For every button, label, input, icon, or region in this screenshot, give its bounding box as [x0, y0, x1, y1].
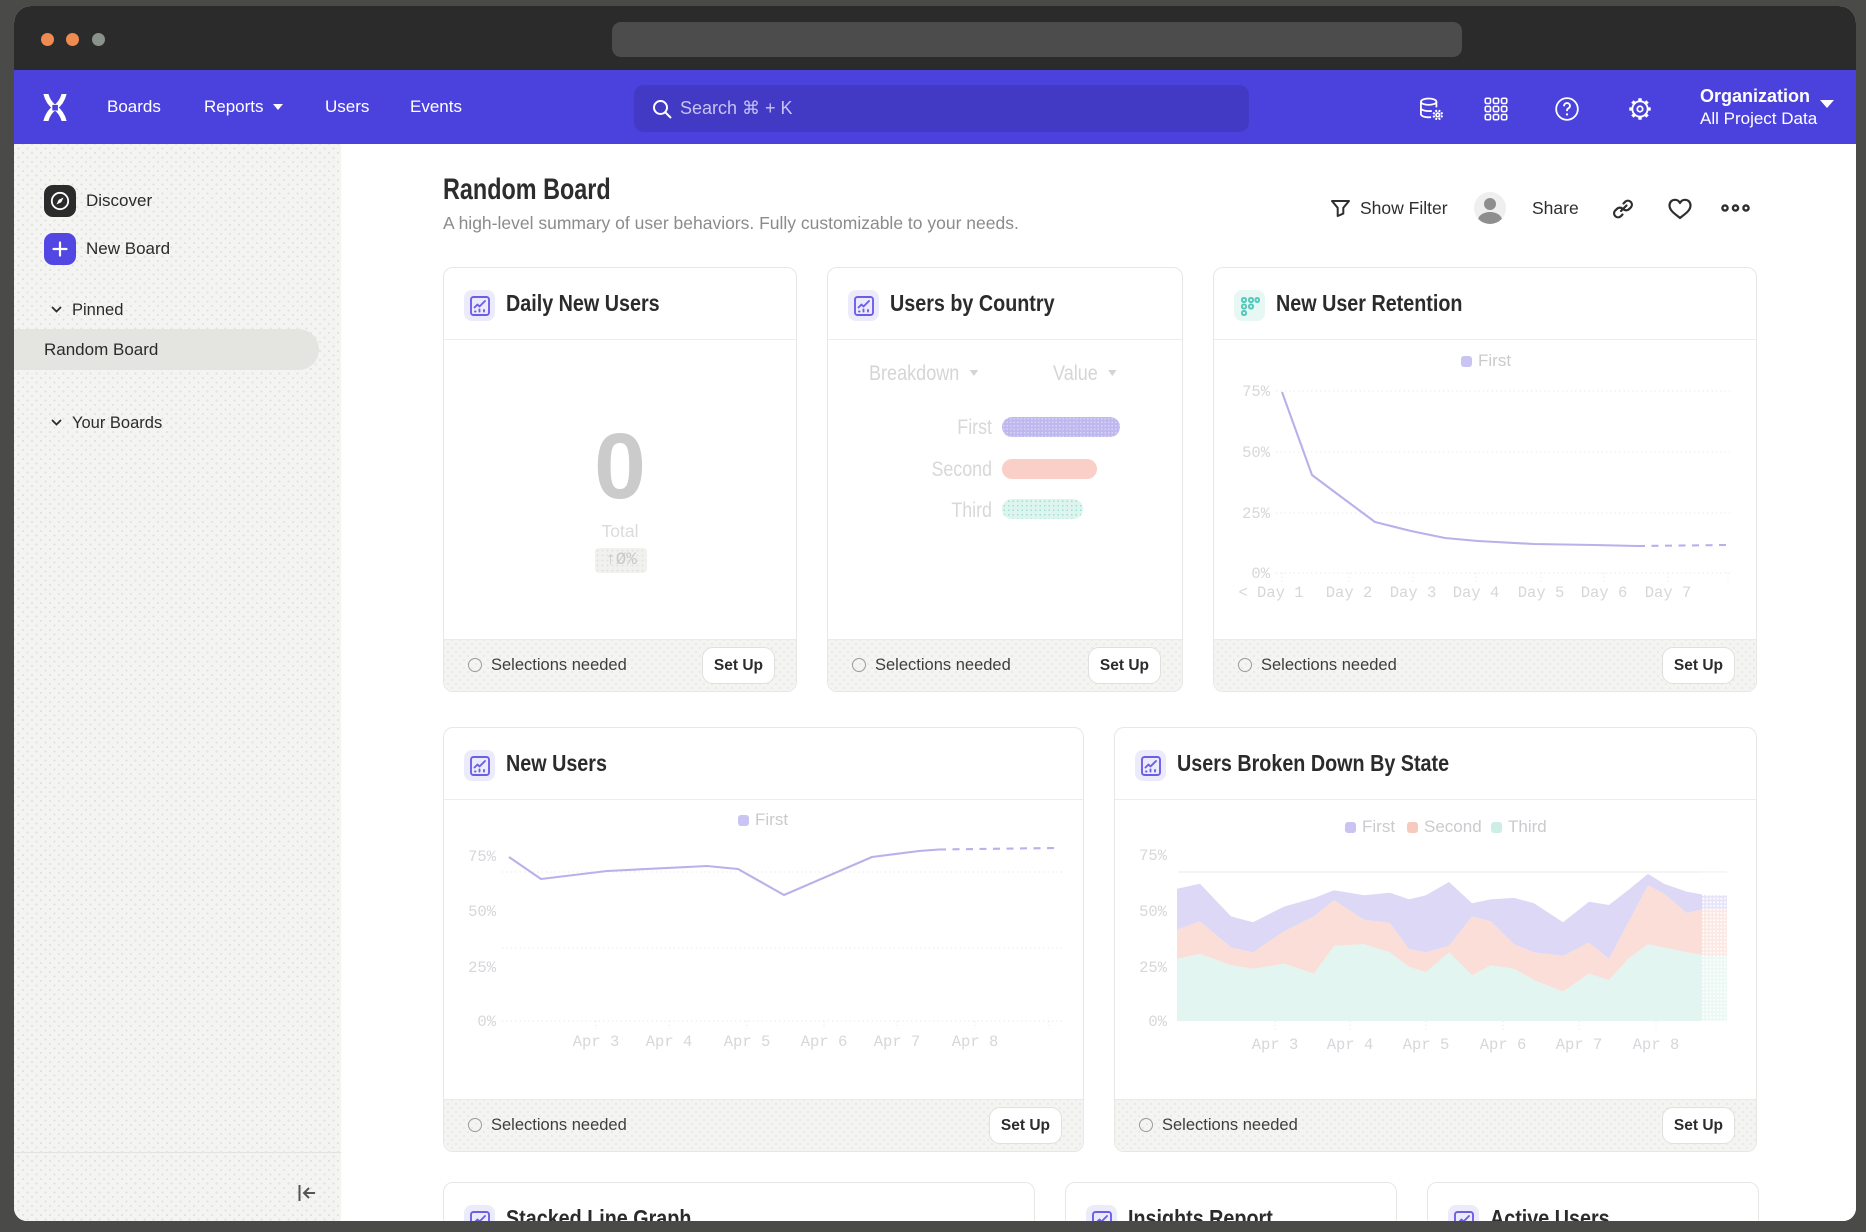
- svg-text:Day 2: Day 2: [1326, 584, 1373, 602]
- svg-text:First: First: [755, 810, 788, 829]
- svg-text:Apr 3: Apr 3: [573, 1033, 620, 1051]
- svg-text:< Day 1: < Day 1: [1238, 584, 1303, 602]
- svg-text:Day 5: Day 5: [1518, 584, 1565, 602]
- svg-text:Day 7: Day 7: [1645, 584, 1692, 602]
- svg-text:50%: 50%: [1242, 444, 1271, 462]
- svg-text:Apr 3: Apr 3: [1252, 1036, 1299, 1054]
- svg-text:Day 6: Day 6: [1581, 584, 1628, 602]
- svg-text:0%: 0%: [1148, 1013, 1167, 1031]
- svg-text:75%: 75%: [1139, 847, 1168, 865]
- svg-text:25%: 25%: [1139, 959, 1168, 977]
- svg-text:Apr 7: Apr 7: [874, 1033, 921, 1051]
- svg-text:25%: 25%: [468, 959, 497, 977]
- svg-text:50%: 50%: [1139, 903, 1168, 921]
- svg-text:First: First: [1362, 817, 1395, 836]
- svg-text:Apr 5: Apr 5: [1403, 1036, 1450, 1054]
- svg-text:0%: 0%: [1251, 565, 1270, 583]
- svg-text:Second: Second: [1424, 817, 1482, 836]
- svg-text:Apr 7: Apr 7: [1556, 1036, 1603, 1054]
- svg-text:0%: 0%: [477, 1013, 496, 1031]
- svg-text:Apr 8: Apr 8: [1633, 1036, 1680, 1054]
- svg-text:Third: Third: [1508, 817, 1547, 836]
- svg-text:75%: 75%: [1242, 383, 1271, 401]
- svg-text:First: First: [1478, 351, 1511, 370]
- svg-text:Day 3: Day 3: [1390, 584, 1437, 602]
- svg-text:Apr 4: Apr 4: [646, 1033, 693, 1051]
- svg-text:Apr 8: Apr 8: [952, 1033, 999, 1051]
- svg-text:Apr 5: Apr 5: [724, 1033, 771, 1051]
- svg-text:25%: 25%: [1242, 505, 1271, 523]
- svg-text:50%: 50%: [468, 903, 497, 921]
- svg-text:Apr 4: Apr 4: [1327, 1036, 1374, 1054]
- svg-text:75%: 75%: [468, 848, 497, 866]
- svg-text:Day 4: Day 4: [1453, 584, 1500, 602]
- svg-text:Apr 6: Apr 6: [1480, 1036, 1527, 1054]
- svg-text:Apr 6: Apr 6: [801, 1033, 848, 1051]
